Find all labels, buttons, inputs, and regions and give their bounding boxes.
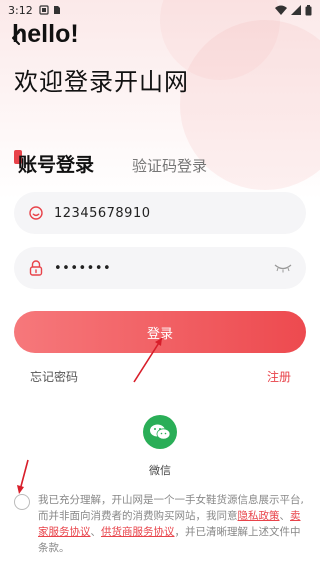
tab-label: 账号登录 [18, 154, 95, 176]
wechat-icon [150, 424, 171, 440]
separator: 、 [279, 510, 291, 522]
signal-icon [291, 5, 301, 15]
welcome-title: 欢迎登录开山网 [14, 68, 189, 96]
login-button[interactable]: 登录 [14, 311, 306, 353]
notification-icon [39, 5, 49, 15]
agreement-text: 我已充分理解，开山网是一个一手女鞋货源信息展示平台,而并非面向消费者的消费购买网… [38, 492, 308, 556]
lock-icon [28, 260, 44, 276]
sim-icon [53, 6, 60, 14]
user-icon [28, 205, 44, 221]
separator: 、 [90, 526, 102, 538]
greeting-title: hello! [12, 20, 79, 48]
password-field[interactable]: ••••••• [14, 247, 306, 289]
password-input[interactable]: ••••••• [54, 261, 111, 276]
tab-sms-login[interactable]: 验证码登录 [132, 155, 207, 176]
register-link[interactable]: 注册 [267, 368, 291, 385]
eye-closed-icon[interactable] [274, 263, 292, 273]
phone-input[interactable]: 12345678910 [54, 206, 150, 221]
battery-icon [305, 4, 312, 15]
tab-account-login[interactable]: 账号登录 [14, 150, 94, 177]
annotation-arrow [17, 459, 29, 494]
wifi-icon [275, 5, 287, 15]
wechat-label: 微信 [149, 464, 171, 477]
status-bar: 3:12 [0, 0, 320, 20]
status-time: 3:12 [8, 3, 33, 17]
agreement-checkbox[interactable] [14, 494, 30, 510]
phone-field[interactable]: 12345678910 [14, 192, 306, 234]
wechat-login-button[interactable] [143, 415, 177, 449]
forgot-password-link[interactable]: 忘记密码 [30, 368, 78, 385]
supplier-agreement-link[interactable]: 供货商服务协议 [101, 526, 175, 538]
login-tabs: 账号登录 验证码登录 [14, 150, 207, 177]
privacy-policy-link[interactable]: 隐私政策 [238, 510, 280, 522]
